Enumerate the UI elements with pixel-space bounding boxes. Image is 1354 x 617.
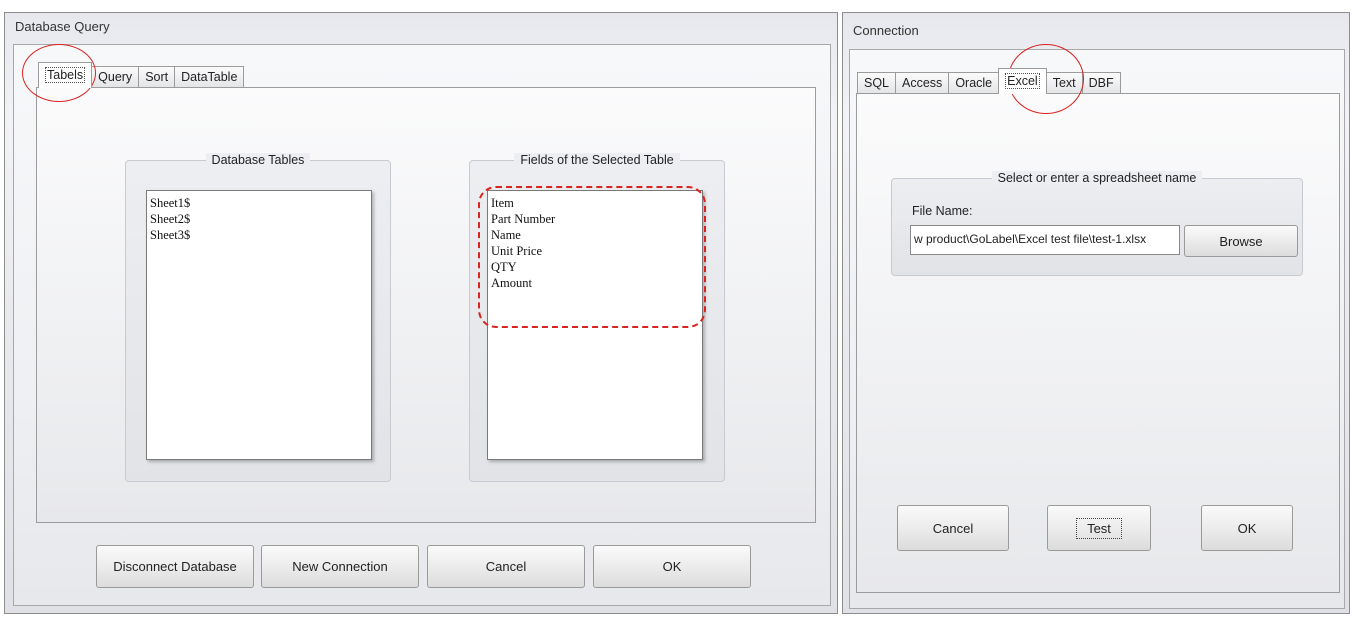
tab-access[interactable]: Access [895,72,950,94]
database-tables-list[interactable]: Sheet1$ Sheet2$ Sheet3$ [146,190,372,460]
window-title: Connection [853,23,919,38]
file-name-input[interactable]: w product\GoLabel\Excel test file\test-1… [910,225,1180,255]
connection-window: Connection SQL Access Oracle Excel Text … [842,12,1350,614]
tab-query[interactable]: Query [91,66,140,88]
tab-strip: Tabels Query Sort DataTable [38,62,245,88]
tab-datatable[interactable]: DataTable [174,66,245,88]
spreadsheet-group-title: Select or enter a spreadsheet name [991,171,1203,185]
dialog-body: Tabels Query Sort DataTable Database Tab… [13,44,831,606]
list-item[interactable]: Sheet2$ [150,211,368,227]
new-connection-button[interactable]: New Connection [261,545,419,588]
database-query-window: Database Query Tabels Query Sort DataTab… [4,12,838,614]
tab-tabels[interactable]: Tabels [38,62,93,88]
file-name-label: File Name: [912,204,973,218]
fields-title: Fields of the Selected Table [514,153,680,167]
tab-page-excel: Select or enter a spreadsheet name File … [856,93,1340,593]
browse-button[interactable]: Browse [1184,225,1298,257]
tab-dbf[interactable]: DBF [1081,72,1121,94]
cancel-button[interactable]: Cancel [897,505,1009,551]
database-tables-group: Database Tables Sheet1$ Sheet2$ Sheet3$ [125,153,391,482]
window-title: Database Query [15,19,110,34]
tab-excel[interactable]: Excel [998,68,1047,94]
dialog-body: SQL Access Oracle Excel Text DBF Select … [849,49,1345,609]
database-tables-title: Database Tables [205,153,311,167]
disconnect-database-button[interactable]: Disconnect Database [96,545,254,588]
ok-button[interactable]: OK [1201,505,1293,551]
tab-oracle[interactable]: Oracle [948,72,1000,94]
ok-button[interactable]: OK [593,545,751,588]
cancel-button[interactable]: Cancel [427,545,585,588]
annotation-dashed-fields-box [478,186,706,328]
spreadsheet-group: Select or enter a spreadsheet name File … [891,171,1303,276]
test-button[interactable]: Test [1047,505,1151,551]
list-item[interactable]: Sheet3$ [150,227,368,243]
list-item[interactable]: Sheet1$ [150,195,368,211]
tab-sort[interactable]: Sort [138,66,176,88]
tab-sql[interactable]: SQL [857,72,897,94]
